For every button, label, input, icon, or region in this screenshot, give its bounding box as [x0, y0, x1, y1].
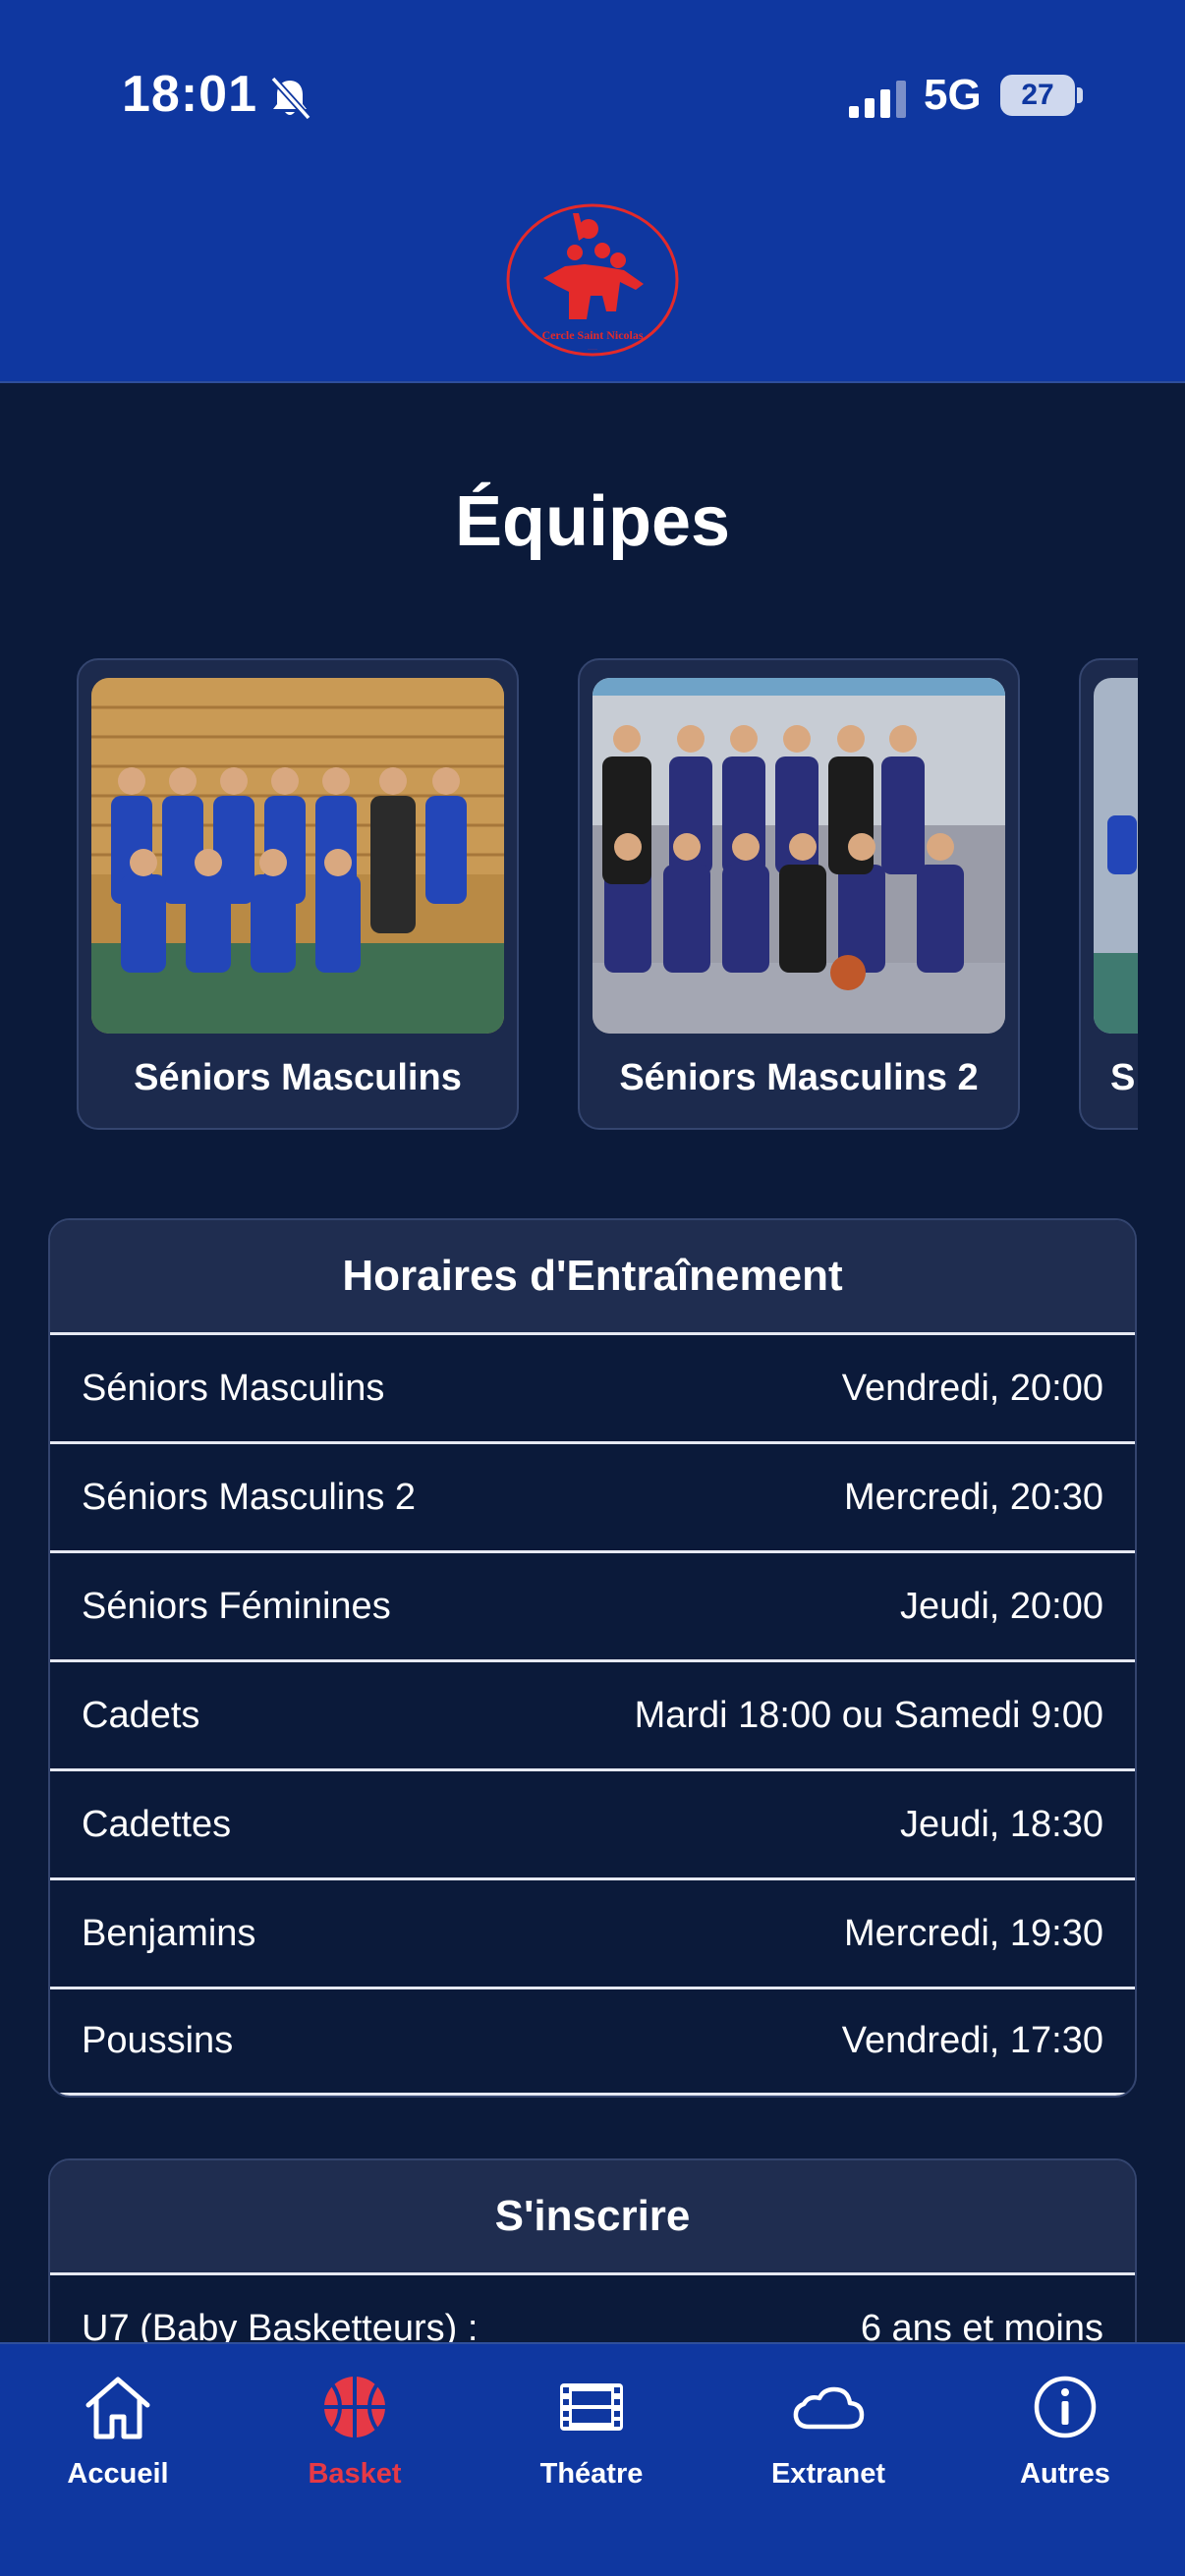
team-card[interactable]: Séniors Masculins — [77, 658, 519, 1130]
tab-label: Théatre — [539, 2458, 644, 2490]
network-type: 5G — [924, 71, 982, 119]
table-row: Séniors Masculins Vendredi, 20:00 — [50, 1332, 1135, 1441]
schedule-value: Mercredi, 19:30 — [843, 1912, 1103, 1954]
tab-label: Autres — [1020, 2458, 1110, 2490]
schedule-value: Mercredi, 20:30 — [843, 1476, 1103, 1518]
film-icon — [560, 2383, 623, 2431]
table-row: Poussins Vendredi, 17:30 — [50, 1987, 1135, 2096]
basketball-icon — [324, 2377, 385, 2437]
team-photo — [1094, 678, 1138, 1034]
team-name: S — [1110, 1057, 1136, 1098]
signal-icon — [849, 81, 906, 118]
team-photo — [592, 678, 1005, 1034]
schedule-value: Vendredi, 20:00 — [841, 1367, 1103, 1409]
team-label: Cadettes — [82, 1803, 232, 1845]
team-label: Cadets — [82, 1694, 200, 1736]
team-card[interactable]: Séniors Masculins 2 — [578, 658, 1020, 1130]
svg-text:·····: ····· — [588, 347, 597, 353]
status-time: 18:01 — [122, 66, 257, 123]
team-photo — [91, 678, 504, 1034]
tab-accueil[interactable]: Accueil — [20, 2368, 216, 2505]
battery-cap — [1077, 87, 1083, 103]
tab-label: Extranet — [770, 2458, 886, 2490]
tab-extranet[interactable]: Extranet — [730, 2368, 927, 2505]
page-title: Équipes — [454, 482, 731, 561]
teams-carousel[interactable]: Séniors Masculins Séniors Masculins 2 S — [77, 658, 1138, 1130]
tab-autres[interactable]: Autres — [967, 2368, 1163, 2505]
battery-icon: 27 — [1000, 75, 1083, 116]
team-label: Séniors Masculins — [82, 1367, 385, 1409]
schedule-value: Vendredi, 17:30 — [841, 2020, 1103, 2061]
schedule-value: Jeudi, 18:30 — [899, 1803, 1103, 1845]
table-row: Séniors Féminines Jeudi, 20:00 — [50, 1550, 1135, 1659]
tab-basket[interactable]: Basket — [256, 2368, 453, 2505]
table-row: Séniors Masculins 2 Mercredi, 20:30 — [50, 1441, 1135, 1550]
club-logo: Cercle Saint Nicolas ····· — [506, 203, 679, 357]
training-schedule-title: Horaires d'Entraînement — [50, 1220, 1135, 1332]
team-card[interactable]: S — [1079, 658, 1138, 1130]
bell-muted-icon — [270, 76, 311, 121]
schedule-value: Jeudi, 20:00 — [899, 1585, 1103, 1627]
tab-theatre[interactable]: Théatre — [493, 2368, 690, 2505]
team-name: Séniors Masculins — [134, 1057, 462, 1098]
svg-text:Cercle Saint Nicolas: Cercle Saint Nicolas — [541, 328, 643, 342]
bottom-tab-bar: Accueil Basket Théatre Extranet Autres — [0, 2342, 1185, 2576]
home-icon — [85, 2377, 150, 2439]
cloud-icon — [793, 2386, 865, 2430]
team-label: Séniors Féminines — [82, 1585, 391, 1627]
info-icon — [1034, 2376, 1097, 2438]
table-row: Cadets Mardi 18:00 ou Samedi 9:00 — [50, 1659, 1135, 1768]
signup-title: S'inscrire — [50, 2160, 1135, 2272]
schedule-value: Mardi 18:00 ou Samedi 9:00 — [634, 1694, 1103, 1736]
status-bar: 18:01 5G 27 — [0, 0, 1185, 196]
table-row: Benjamins Mercredi, 19:30 — [50, 1877, 1135, 1987]
training-schedule-card: Horaires d'Entraînement Séniors Masculin… — [48, 1218, 1137, 2098]
tab-label: Accueil — [67, 2458, 169, 2490]
team-label: Poussins — [82, 2020, 234, 2061]
table-row: Cadettes Jeudi, 18:30 — [50, 1768, 1135, 1877]
team-name: Séniors Masculins 2 — [619, 1057, 979, 1098]
battery-level: 27 — [1000, 75, 1075, 116]
app-header: 18:01 5G 27 Cercle Saint Nicolas ····· — [0, 0, 1185, 383]
tab-label: Basket — [308, 2458, 402, 2490]
team-label: Benjamins — [82, 1912, 256, 1954]
team-label: Séniors Masculins 2 — [82, 1476, 417, 1518]
